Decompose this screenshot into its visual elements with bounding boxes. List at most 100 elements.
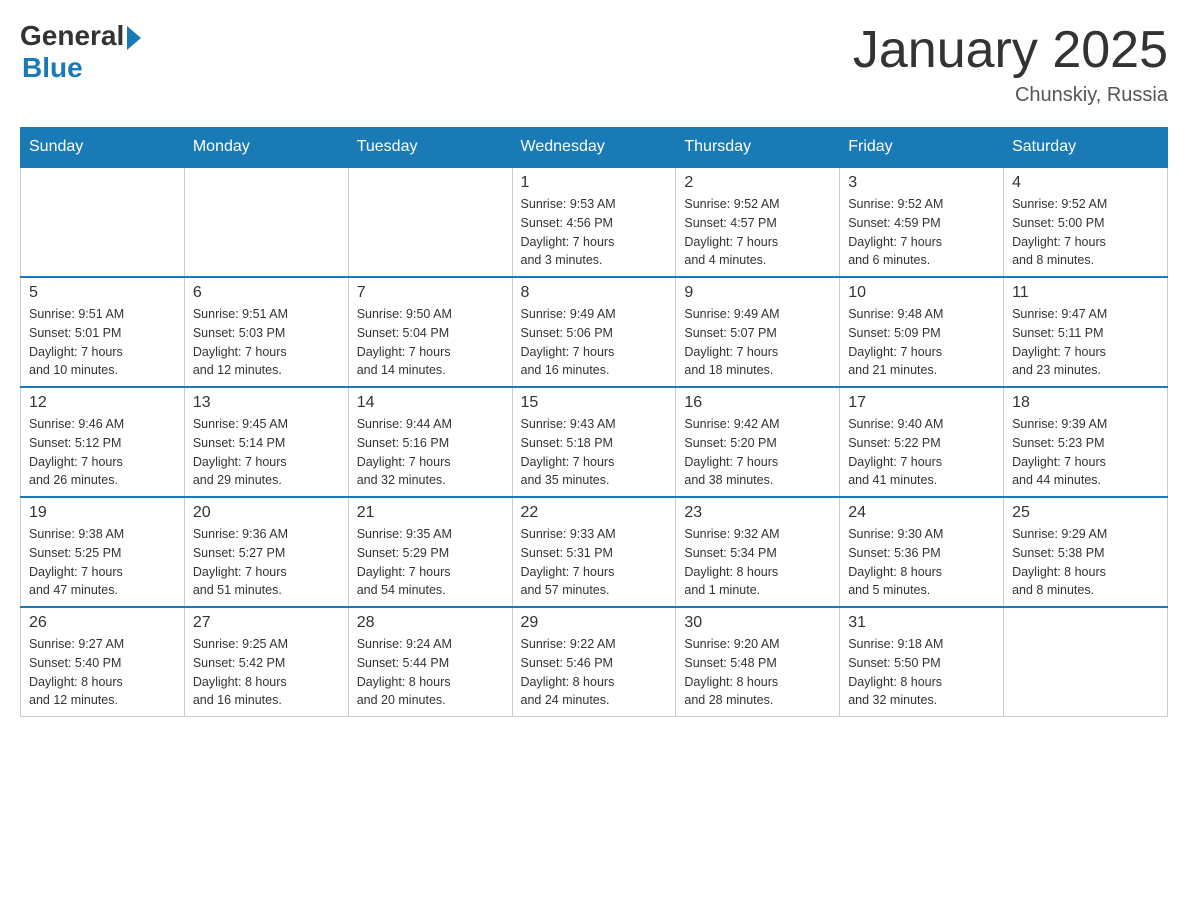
day-info: Sunrise: 9:40 AM Sunset: 5:22 PM Dayligh…: [848, 415, 995, 490]
calendar-week-row: 19Sunrise: 9:38 AM Sunset: 5:25 PM Dayli…: [21, 497, 1168, 607]
calendar-cell: 22Sunrise: 9:33 AM Sunset: 5:31 PM Dayli…: [512, 497, 676, 607]
day-number: 27: [193, 614, 340, 632]
logo-arrow-icon: [127, 26, 141, 50]
calendar-table: SundayMondayTuesdayWednesdayThursdayFrid…: [20, 127, 1168, 717]
calendar-cell: 27Sunrise: 9:25 AM Sunset: 5:42 PM Dayli…: [184, 607, 348, 717]
calendar-cell: 18Sunrise: 9:39 AM Sunset: 5:23 PM Dayli…: [1004, 387, 1168, 497]
calendar-cell: 1 Sunrise: 9:53 AM Sunset: 4:56 PM Daylig…: [512, 167, 676, 277]
column-header-thursday: Thursday: [676, 128, 840, 168]
day-info: Sunrise: 9:24 AM Sunset: 5:44 PM Dayligh…: [357, 635, 504, 710]
day-number: 25: [1012, 504, 1159, 522]
day-number: 7: [357, 284, 504, 302]
logo-general-text: General: [20, 20, 124, 52]
calendar-cell: 11Sunrise: 9:47 AM Sunset: 5:11 PM Dayli…: [1004, 277, 1168, 387]
day-info: Sunrise: 9:53 AM Sunset: 4:56 PM Dayligh…: [521, 195, 668, 270]
day-info: Sunrise: 9:45 AM Sunset: 5:14 PM Dayligh…: [193, 415, 340, 490]
calendar-week-row: 12 Sunrise: 9:46 AM Sunset: 5:12 PM Dayli…: [21, 387, 1168, 497]
calendar-cell: 31 Sunrise: 9:18 AM Sunset: 5:50 PM Dayli…: [840, 607, 1004, 717]
calendar-cell: [21, 167, 185, 277]
day-number: 14: [357, 394, 504, 412]
day-info: Sunrise: 9:49 AM Sunset: 5:06 PM Dayligh…: [521, 305, 668, 380]
calendar-week-row: 1 Sunrise: 9:53 AM Sunset: 4:56 PM Daylig…: [21, 167, 1168, 277]
day-info: Sunrise: 9:44 AM Sunset: 5:16 PM Dayligh…: [357, 415, 504, 490]
column-header-wednesday: Wednesday: [512, 128, 676, 168]
calendar-cell: 28 Sunrise: 9:24 AM Sunset: 5:44 PM Dayli…: [348, 607, 512, 717]
calendar-cell: [184, 167, 348, 277]
day-info: Sunrise: 9:49 AM Sunset: 5:07 PM Dayligh…: [684, 305, 831, 380]
calendar-cell: 8Sunrise: 9:49 AM Sunset: 5:06 PM Daylig…: [512, 277, 676, 387]
location-subtitle: Chunskiy, Russia: [853, 84, 1168, 107]
day-number: 30: [684, 614, 831, 632]
calendar-cell: 15Sunrise: 9:43 AM Sunset: 5:18 PM Dayli…: [512, 387, 676, 497]
day-number: 31: [848, 614, 995, 632]
day-number: 28: [357, 614, 504, 632]
logo-blue-text: Blue: [22, 52, 83, 84]
day-info: Sunrise: 9:51 AM Sunset: 5:01 PM Dayligh…: [29, 305, 176, 380]
day-number: 10: [848, 284, 995, 302]
column-header-tuesday: Tuesday: [348, 128, 512, 168]
day-info: Sunrise: 9:52 AM Sunset: 4:59 PM Dayligh…: [848, 195, 995, 270]
day-info: Sunrise: 9:51 AM Sunset: 5:03 PM Dayligh…: [193, 305, 340, 380]
calendar-cell: 16 Sunrise: 9:42 AM Sunset: 5:20 PM Dayli…: [676, 387, 840, 497]
calendar-cell: 10 Sunrise: 9:48 AM Sunset: 5:09 PM Dayli…: [840, 277, 1004, 387]
day-number: 19: [29, 504, 176, 522]
day-number: 24: [848, 504, 995, 522]
calendar-cell: 17 Sunrise: 9:40 AM Sunset: 5:22 PM Dayli…: [840, 387, 1004, 497]
day-number: 20: [193, 504, 340, 522]
calendar-cell: 25 Sunrise: 9:29 AM Sunset: 5:38 PM Dayli…: [1004, 497, 1168, 607]
day-number: 13: [193, 394, 340, 412]
logo: General Blue: [20, 20, 141, 84]
day-info: Sunrise: 9:52 AM Sunset: 4:57 PM Dayligh…: [684, 195, 831, 270]
column-header-sunday: Sunday: [21, 128, 185, 168]
title-area: January 2025 Chunskiy, Russia: [853, 20, 1168, 107]
calendar-header-row: SundayMondayTuesdayWednesdayThursdayFrid…: [21, 128, 1168, 168]
day-info: Sunrise: 9:46 AM Sunset: 5:12 PM Dayligh…: [29, 415, 176, 490]
day-number: 23: [684, 504, 831, 522]
calendar-cell: 6 Sunrise: 9:51 AM Sunset: 5:03 PM Daylig…: [184, 277, 348, 387]
page-header: General Blue January 2025 Chunskiy, Russ…: [20, 20, 1168, 107]
calendar-body: 1 Sunrise: 9:53 AM Sunset: 4:56 PM Daylig…: [21, 167, 1168, 717]
calendar-cell: 20 Sunrise: 9:36 AM Sunset: 5:27 PM Dayli…: [184, 497, 348, 607]
calendar-cell: 2 Sunrise: 9:52 AM Sunset: 4:57 PM Daylig…: [676, 167, 840, 277]
calendar-cell: 14 Sunrise: 9:44 AM Sunset: 5:16 PM Dayli…: [348, 387, 512, 497]
day-info: Sunrise: 9:42 AM Sunset: 5:20 PM Dayligh…: [684, 415, 831, 490]
day-number: 18: [1012, 394, 1159, 412]
column-header-saturday: Saturday: [1004, 128, 1168, 168]
day-info: Sunrise: 9:22 AM Sunset: 5:46 PM Dayligh…: [521, 635, 668, 710]
day-number: 9: [684, 284, 831, 302]
day-number: 22: [521, 504, 668, 522]
calendar-cell: 30 Sunrise: 9:20 AM Sunset: 5:48 PM Dayli…: [676, 607, 840, 717]
day-info: Sunrise: 9:20 AM Sunset: 5:48 PM Dayligh…: [684, 635, 831, 710]
day-number: 12: [29, 394, 176, 412]
day-info: Sunrise: 9:27 AM Sunset: 5:40 PM Dayligh…: [29, 635, 176, 710]
day-number: 11: [1012, 284, 1159, 302]
calendar-header: SundayMondayTuesdayWednesdayThursdayFrid…: [21, 128, 1168, 168]
day-number: 1: [521, 174, 668, 192]
calendar-week-row: 26 Sunrise: 9:27 AM Sunset: 5:40 PM Dayli…: [21, 607, 1168, 717]
day-number: 5: [29, 284, 176, 302]
calendar-cell: 24Sunrise: 9:30 AM Sunset: 5:36 PM Dayli…: [840, 497, 1004, 607]
day-info: Sunrise: 9:50 AM Sunset: 5:04 PM Dayligh…: [357, 305, 504, 380]
day-info: Sunrise: 9:48 AM Sunset: 5:09 PM Dayligh…: [848, 305, 995, 380]
calendar-cell: 29 Sunrise: 9:22 AM Sunset: 5:46 PM Dayli…: [512, 607, 676, 717]
calendar-cell: 9 Sunrise: 9:49 AM Sunset: 5:07 PM Daylig…: [676, 277, 840, 387]
day-info: Sunrise: 9:36 AM Sunset: 5:27 PM Dayligh…: [193, 525, 340, 600]
day-number: 21: [357, 504, 504, 522]
calendar-week-row: 5 Sunrise: 9:51 AM Sunset: 5:01 PM Daylig…: [21, 277, 1168, 387]
day-info: Sunrise: 9:52 AM Sunset: 5:00 PM Dayligh…: [1012, 195, 1159, 270]
day-number: 29: [521, 614, 668, 632]
day-number: 6: [193, 284, 340, 302]
day-info: Sunrise: 9:29 AM Sunset: 5:38 PM Dayligh…: [1012, 525, 1159, 600]
day-number: 16: [684, 394, 831, 412]
calendar-cell: 23Sunrise: 9:32 AM Sunset: 5:34 PM Dayli…: [676, 497, 840, 607]
calendar-cell: 21Sunrise: 9:35 AM Sunset: 5:29 PM Dayli…: [348, 497, 512, 607]
calendar-cell: 12 Sunrise: 9:46 AM Sunset: 5:12 PM Dayli…: [21, 387, 185, 497]
day-number: 17: [848, 394, 995, 412]
day-number: 26: [29, 614, 176, 632]
day-info: Sunrise: 9:18 AM Sunset: 5:50 PM Dayligh…: [848, 635, 995, 710]
day-number: 15: [521, 394, 668, 412]
main-title: January 2025: [853, 20, 1168, 80]
calendar-cell: [1004, 607, 1168, 717]
calendar-cell: 13 Sunrise: 9:45 AM Sunset: 5:14 PM Dayli…: [184, 387, 348, 497]
day-number: 2: [684, 174, 831, 192]
